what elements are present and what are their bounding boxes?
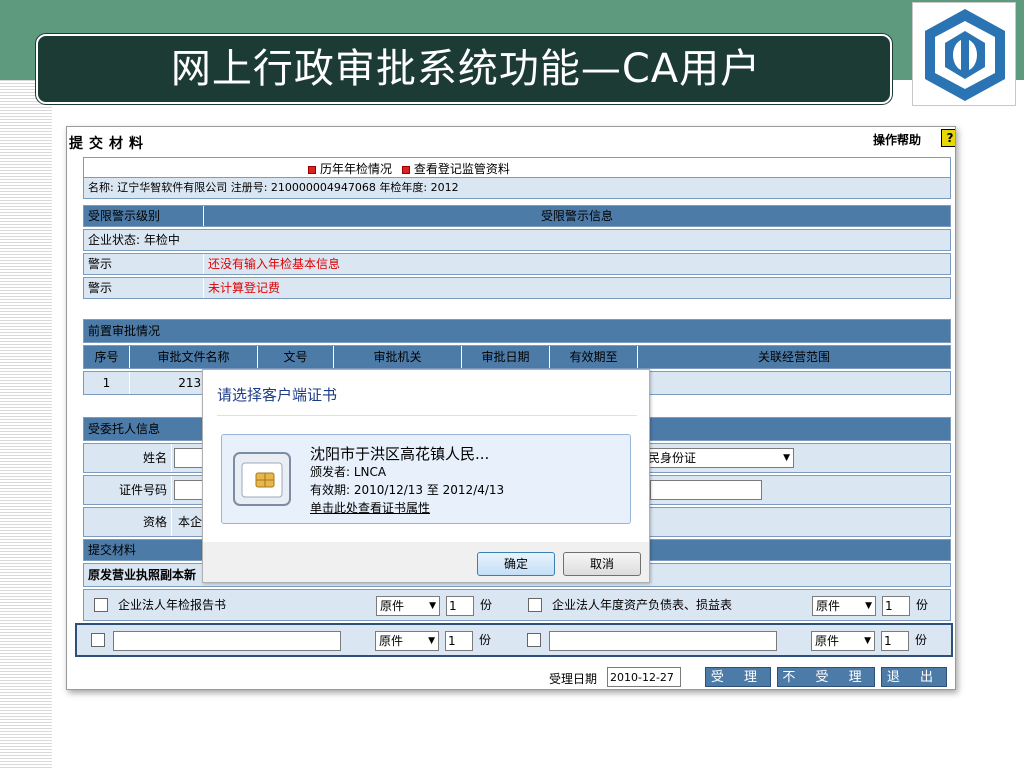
certificate-properties-link[interactable]: 单击此处查看证书属性	[310, 499, 430, 516]
bullet-icon	[401, 165, 410, 174]
material-type-select[interactable]: 原件 ▼	[811, 631, 875, 651]
material-row: 企业法人年检报告书 原件▼ 份 企业法人年度资产负债表、损益表 原件▼ 份	[83, 589, 951, 621]
dropdown-arrow-icon: ▼	[783, 453, 790, 463]
certificate-issuer: 颁发者: LNCA	[310, 465, 387, 479]
material-type-select[interactable]: 原件 ▼	[376, 596, 440, 616]
logo-icon	[925, 9, 1005, 101]
dropdown-arrow-icon: ▼	[864, 636, 871, 646]
material-checkbox[interactable]	[527, 633, 541, 647]
company-info: 名称: 辽宁华智软件有限公司 注册号: 210000004947068 年检年度…	[83, 177, 951, 199]
cancel-button[interactable]: 取消	[563, 552, 641, 576]
help-icon[interactable]: ?	[941, 129, 955, 147]
reject-button[interactable]: 不 受 理	[777, 667, 875, 687]
dialog-separator	[217, 415, 637, 416]
certificate-validity: 有效期: 2010/12/13 至 2012/4/13	[310, 483, 505, 497]
certificate-icon	[233, 452, 291, 506]
dropdown-arrow-icon: ▼	[865, 601, 872, 611]
material-checkbox[interactable]	[91, 633, 105, 647]
material-qty-input[interactable]	[446, 596, 474, 616]
slide-title: 网上行政审批系统功能—CA用户	[170, 46, 762, 92]
slide: 网上行政审批系统功能—CA用户 提交材料 操作帮助 ? 历年年检情况 查看登记监…	[0, 0, 1024, 768]
material-qty-input[interactable]	[882, 596, 910, 616]
footer-row: 受理日期 受 理 不 受 理 退 出	[75, 659, 953, 689]
material-name-input[interactable]	[113, 631, 341, 651]
extra-info-input[interactable]	[650, 480, 762, 500]
certificate-card[interactable]: 沈阳市于洪区高花镇人民... 颁发者: LNCA 有效期: 2010/12/13…	[221, 434, 631, 524]
material-name-input[interactable]	[549, 631, 777, 651]
accept-button[interactable]: 受 理	[705, 667, 771, 687]
certificate-dialog: 请选择客户端证书 沈阳市于洪区高花镇人民... 颁发者: LNCA 有效期: 2…	[202, 369, 650, 583]
supervision-link[interactable]: 查看登记监管资料	[401, 160, 510, 177]
logo	[912, 2, 1016, 106]
help-link[interactable]: 操作帮助	[873, 131, 921, 148]
bullet-icon	[308, 165, 316, 174]
certificate-name: 沈阳市于洪区高花镇人民...	[310, 445, 490, 463]
accept-date-input[interactable]	[607, 667, 681, 687]
title-banner: 网上行政审批系统功能—CA用户	[36, 34, 892, 104]
dropdown-arrow-icon: ▼	[428, 636, 435, 646]
material-type-select[interactable]: 原件 ▼	[812, 596, 876, 616]
pre-approval-headers: 序号 审批文件名称 文号 审批机关 审批日期 有效期至 关联经营范围	[83, 345, 951, 369]
warnings-header: 受限警示级别 受限警示信息	[83, 205, 951, 227]
id-type-select[interactable]: 民身份证 ▼	[644, 448, 794, 468]
material-checkbox[interactable]	[94, 598, 108, 612]
links-row: 历年年检情况 查看登记监管资料	[83, 157, 951, 177]
stripe-decoration	[0, 80, 52, 768]
warning-row: 警示 未计算登记费	[83, 277, 951, 299]
exit-button[interactable]: 退 出	[881, 667, 947, 687]
material-checkbox[interactable]	[528, 598, 542, 612]
dialog-title: 请选择客户端证书	[217, 386, 338, 404]
warning-row: 警示 还没有输入年检基本信息	[83, 253, 951, 275]
page-title: 提交材料	[69, 136, 149, 152]
material-qty-input[interactable]	[881, 631, 909, 651]
dropdown-arrow-icon: ▼	[429, 601, 436, 611]
material-row: 原件▼ 份 原件▼ 份	[75, 623, 953, 657]
company-status-row: 企业状态: 年检中	[83, 229, 951, 251]
pre-approval-title: 前置审批情况	[83, 319, 951, 343]
warning-level-header: 受限警示级别	[84, 206, 204, 226]
material-type-select[interactable]: 原件 ▼	[375, 631, 439, 651]
material-qty-input[interactable]	[445, 631, 473, 651]
history-link[interactable]: 历年年检情况	[308, 160, 392, 177]
ok-button[interactable]: 确定	[477, 552, 555, 576]
warning-info-header: 受限警示信息	[540, 209, 613, 223]
